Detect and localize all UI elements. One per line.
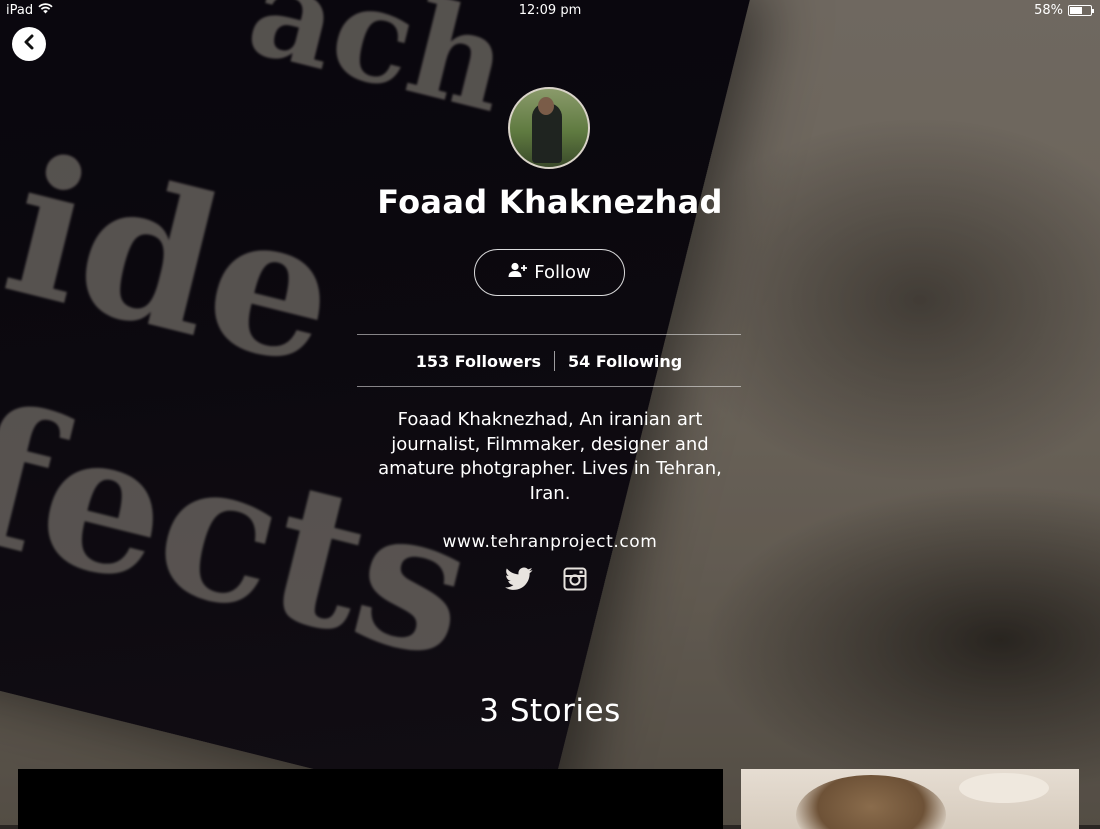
- twitter-icon[interactable]: [505, 567, 533, 591]
- website-link[interactable]: www.tehranproject.com: [0, 532, 1100, 552]
- clock: 12:09 pm: [518, 3, 582, 18]
- follow-button[interactable]: Follow: [474, 249, 625, 296]
- add-user-icon: [508, 262, 528, 283]
- profile-name: Foaad Khaknezhad: [377, 183, 723, 221]
- battery-fill: [1070, 7, 1082, 14]
- back-button[interactable]: [12, 27, 46, 61]
- story-thumbnail-subject: [796, 775, 946, 829]
- story-card[interactable]: [741, 769, 1079, 829]
- avatar-head: [538, 97, 554, 115]
- battery-percent: 58%: [1034, 3, 1063, 18]
- followers-count[interactable]: 153 Followers: [416, 352, 541, 371]
- profile-bio: Foaad Khaknezhad, An iranian art journal…: [378, 409, 722, 504]
- divider: [357, 334, 741, 335]
- following-count[interactable]: 54 Following: [568, 352, 682, 371]
- stats-separator: [554, 351, 556, 371]
- story-card[interactable]: [18, 769, 723, 829]
- battery-icon: [1068, 5, 1094, 16]
- social-links: [505, 567, 587, 591]
- status-bar: iPad 12:09 pm 58%: [0, 0, 1100, 22]
- instagram-icon[interactable]: [563, 567, 587, 591]
- divider: [357, 386, 741, 387]
- follow-stats: 153 Followers 54 Following: [357, 349, 741, 373]
- avatar[interactable]: [508, 87, 590, 169]
- chevron-left-icon: [22, 34, 36, 54]
- story-thumbnail-stone: [959, 773, 1049, 803]
- stories-count-heading: 3 Stories: [479, 693, 621, 729]
- follow-label: Follow: [534, 262, 591, 283]
